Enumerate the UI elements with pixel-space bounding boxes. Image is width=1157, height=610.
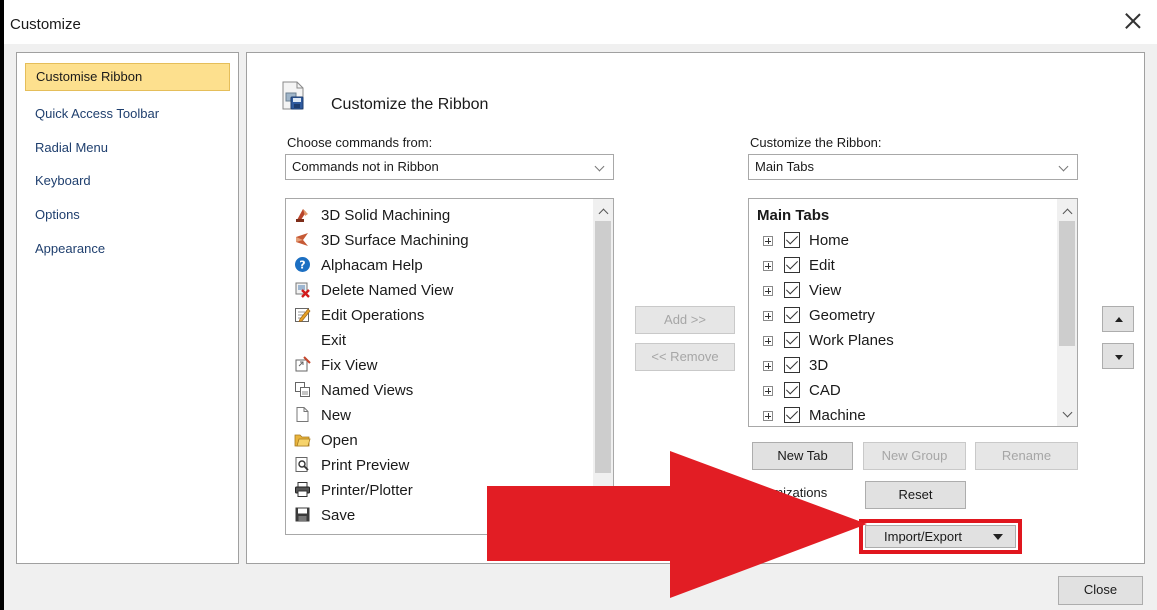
new-document-icon bbox=[296, 407, 309, 422]
list-item[interactable]: New bbox=[294, 403, 351, 428]
checkbox-checked[interactable] bbox=[784, 232, 800, 248]
print-preview-icon bbox=[295, 457, 309, 472]
3d-surface-machining-icon bbox=[296, 233, 308, 246]
remove-button[interactable]: << Remove bbox=[635, 343, 735, 371]
save-icon bbox=[295, 507, 310, 522]
move-up-button[interactable] bbox=[1102, 306, 1134, 332]
import-export-button[interactable]: Import/Export bbox=[865, 525, 1016, 548]
rename-button[interactable]: Rename bbox=[975, 442, 1078, 470]
expand-icon[interactable] bbox=[763, 336, 773, 346]
scroll-thumb[interactable] bbox=[1059, 221, 1075, 346]
tree-header: Main Tabs bbox=[757, 207, 830, 224]
list-item[interactable]: 3D Surface Machining bbox=[294, 228, 469, 253]
highlight-box: Import/Export bbox=[859, 519, 1022, 554]
chevron-down-icon bbox=[594, 161, 605, 172]
customize-ribbon-combo[interactable]: Main Tabs bbox=[748, 154, 1078, 180]
list-item[interactable]: Save bbox=[294, 503, 355, 528]
triangle-up-icon bbox=[1115, 317, 1123, 322]
list-item[interactable]: Open bbox=[294, 428, 358, 453]
svg-text:?: ? bbox=[299, 259, 305, 272]
checkbox-checked[interactable] bbox=[784, 382, 800, 398]
checkbox-checked[interactable] bbox=[784, 357, 800, 373]
nav-item-quick-access-toolbar[interactable]: Quick Access Toolbar bbox=[25, 100, 230, 128]
list-item[interactable]: Named Views bbox=[294, 378, 413, 403]
delete-named-view-icon bbox=[295, 282, 310, 298]
expand-icon[interactable] bbox=[763, 361, 773, 371]
choose-commands-combo[interactable]: Commands not in Ribbon bbox=[285, 154, 614, 180]
list-item[interactable]: 3D Solid Machining bbox=[294, 203, 450, 228]
customize-ribbon-label: Customize the Ribbon: bbox=[750, 135, 882, 150]
close-icon[interactable] bbox=[1123, 11, 1143, 31]
scroll-up-arrow-icon[interactable] bbox=[593, 201, 613, 221]
choose-commands-value: Commands not in Ribbon bbox=[292, 159, 439, 174]
open-folder-icon bbox=[294, 434, 311, 447]
ribbon-tabs-tree[interactable]: Main Tabs Home Edit View Geometry Work P… bbox=[748, 198, 1078, 427]
nav-item-options[interactable]: Options bbox=[25, 201, 230, 229]
dropdown-arrow-icon bbox=[993, 534, 1003, 540]
scroll-up-arrow-icon[interactable] bbox=[1057, 201, 1077, 221]
exit-icon bbox=[294, 331, 311, 348]
chevron-down-icon bbox=[1058, 161, 1069, 172]
close-button[interactable]: Close bbox=[1058, 576, 1143, 605]
checkbox-checked[interactable] bbox=[784, 332, 800, 348]
add-button[interactable]: Add >> bbox=[635, 306, 735, 334]
customize-ribbon-value: Main Tabs bbox=[755, 159, 815, 174]
help-icon: ? bbox=[295, 257, 310, 272]
expand-icon[interactable] bbox=[763, 411, 773, 421]
expand-icon[interactable] bbox=[763, 311, 773, 321]
list-item[interactable]: Print Preview bbox=[294, 453, 409, 478]
tree-scrollbar[interactable] bbox=[1057, 199, 1077, 426]
checkbox-checked[interactable] bbox=[784, 282, 800, 298]
customize-ribbon-icon bbox=[282, 81, 304, 110]
reset-button[interactable]: Reset bbox=[865, 481, 966, 509]
nav-item-appearance[interactable]: Appearance bbox=[25, 235, 230, 263]
nav-item-customise-ribbon[interactable]: Customise Ribbon bbox=[25, 63, 230, 91]
new-group-button[interactable]: New Group bbox=[863, 442, 966, 470]
list-item[interactable]: Printer/Plotter bbox=[294, 478, 413, 503]
edit-operations-icon bbox=[295, 308, 311, 322]
checkbox-checked[interactable] bbox=[784, 407, 800, 423]
panel-header: Customize the Ribbon bbox=[331, 96, 489, 113]
checkbox-checked[interactable] bbox=[784, 257, 800, 273]
named-views-icon bbox=[295, 382, 310, 397]
import-export-label: Import/Export bbox=[884, 529, 963, 544]
list-item[interactable]: Edit Operations bbox=[294, 303, 424, 328]
scroll-thumb[interactable] bbox=[595, 221, 611, 473]
list-item[interactable]: Exit bbox=[294, 328, 346, 353]
nav-item-keyboard[interactable]: Keyboard bbox=[25, 167, 230, 195]
window-title: Customize bbox=[10, 16, 81, 33]
fix-view-icon bbox=[295, 356, 311, 372]
choose-commands-label: Choose commands from: bbox=[287, 135, 433, 150]
expand-icon[interactable] bbox=[763, 236, 773, 246]
3d-solid-machining-icon bbox=[296, 209, 308, 222]
checkbox-checked[interactable] bbox=[784, 307, 800, 323]
scroll-down-arrow-icon[interactable] bbox=[1057, 404, 1077, 424]
move-down-button[interactable] bbox=[1102, 343, 1134, 369]
triangle-down-icon bbox=[1115, 355, 1123, 360]
list-item[interactable]: ? Alphacam Help bbox=[294, 253, 423, 278]
printer-icon bbox=[295, 482, 310, 497]
list-item[interactable]: Fix View bbox=[294, 353, 377, 378]
list-item[interactable]: Delete Named View bbox=[294, 278, 453, 303]
nav-item-radial-menu[interactable]: Radial Menu bbox=[25, 134, 230, 162]
expand-icon[interactable] bbox=[763, 286, 773, 296]
red-arrow-annotation bbox=[487, 451, 867, 598]
category-list: Customise Ribbon Quick Access Toolbar Ra… bbox=[16, 52, 239, 564]
expand-icon[interactable] bbox=[763, 261, 773, 271]
expand-icon[interactable] bbox=[763, 386, 773, 396]
